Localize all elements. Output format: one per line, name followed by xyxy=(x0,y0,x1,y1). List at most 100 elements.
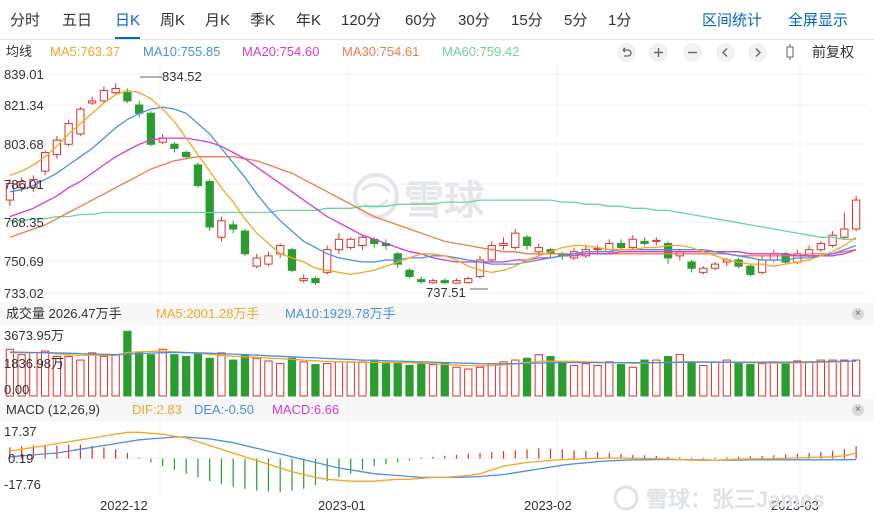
ma60-line xyxy=(9,199,857,240)
candle-body xyxy=(405,269,414,278)
tab-15min[interactable]: 15分 xyxy=(511,9,543,33)
zoom-in-icon[interactable] xyxy=(649,43,668,62)
volume-bar xyxy=(405,364,414,397)
candle-body xyxy=(640,240,649,244)
tab-1min[interactable]: 1分 xyxy=(608,9,631,33)
volume-ma5-line xyxy=(9,350,857,367)
macd-dif-value: DIF:2.83 xyxy=(132,402,182,417)
candle-body xyxy=(334,238,344,251)
candle xyxy=(534,243,543,256)
candle xyxy=(99,86,109,103)
volume-bar xyxy=(88,352,97,397)
candle xyxy=(675,249,684,260)
tab-weekly-k[interactable]: 周K xyxy=(160,9,185,33)
macd-dea-value: DEA:-0.50 xyxy=(194,402,254,417)
undo-icon[interactable] xyxy=(617,43,636,62)
macd-tick: -17.76 xyxy=(4,477,41,492)
volume-bar xyxy=(440,362,449,397)
volume-bar xyxy=(346,361,355,397)
volume-ma10-line xyxy=(9,351,857,365)
candle xyxy=(146,111,156,147)
volume-bar xyxy=(240,354,250,397)
candle-body xyxy=(5,183,15,201)
ma-legend-bar: 均线 MA5:763.37 MA10:755.85 MA20:754.60 MA… xyxy=(0,40,874,64)
chevron-left-icon[interactable] xyxy=(716,43,735,62)
candle-body xyxy=(428,280,438,284)
candle xyxy=(804,245,814,258)
candle xyxy=(311,276,320,285)
chevron-right-icon[interactable] xyxy=(748,43,767,62)
macd-legend-bar: MACD (12,26,9) DIF:2.83 DEA:-0.50 MACD:6… xyxy=(0,399,874,421)
candle-body xyxy=(158,137,167,143)
date-tick: 2022-12 xyxy=(100,498,148,513)
fullscreen-link[interactable]: 全屏显示 xyxy=(788,9,848,33)
tab-120min[interactable]: 120分 xyxy=(341,9,381,33)
candle-body xyxy=(417,279,426,283)
candle-body xyxy=(393,253,402,265)
candle-body xyxy=(52,139,62,156)
candle xyxy=(381,239,391,250)
candle-body xyxy=(146,112,156,145)
close-macd-icon[interactable]: × xyxy=(852,404,864,416)
volume-bar xyxy=(546,355,555,397)
tab-fenshi[interactable]: 分时 xyxy=(10,9,40,33)
candle-body xyxy=(616,242,626,249)
tab-five-day[interactable]: 五日 xyxy=(62,9,92,33)
candle-body xyxy=(240,230,250,255)
volume-bar xyxy=(616,364,626,397)
volume-bar xyxy=(123,330,132,397)
candle xyxy=(840,212,849,240)
volume-bar xyxy=(722,359,731,397)
price-tick: 839.01 xyxy=(4,67,44,82)
tab-quarterly-k[interactable]: 季K xyxy=(250,9,275,33)
tab-60min[interactable]: 60分 xyxy=(405,9,437,33)
candle xyxy=(428,278,438,284)
candle-body xyxy=(370,238,379,244)
volume-bar xyxy=(370,359,379,397)
candle-body xyxy=(381,242,391,247)
volume-bar xyxy=(229,359,238,397)
volume-bar xyxy=(769,361,778,397)
volume-bar xyxy=(452,366,461,397)
candle-body xyxy=(558,253,567,257)
volume-ma5-value: MA5:2001.28万手 xyxy=(156,306,260,321)
candle-body xyxy=(193,164,203,187)
candle-body xyxy=(64,123,73,145)
candle-body xyxy=(111,87,120,94)
candle xyxy=(546,247,555,258)
candle xyxy=(511,228,520,250)
candle xyxy=(581,245,590,258)
candle xyxy=(370,237,379,248)
candle xyxy=(135,100,144,118)
candle xyxy=(569,247,579,260)
zoom-out-icon[interactable] xyxy=(683,43,702,62)
ma20-line xyxy=(9,137,857,263)
price-tick: 768.35 xyxy=(4,215,44,230)
candle-body xyxy=(88,100,97,104)
tab-monthly-k[interactable]: 月K xyxy=(205,9,230,33)
tab-5min[interactable]: 5分 xyxy=(564,9,587,33)
ma-bar-title: 均线 xyxy=(6,44,33,59)
volume-bar xyxy=(663,355,673,397)
close-volume-icon[interactable]: × xyxy=(852,308,864,320)
volume-bar xyxy=(534,354,543,397)
candle xyxy=(452,278,461,284)
candle-body xyxy=(546,249,555,255)
tab-30min[interactable]: 30分 xyxy=(458,9,490,33)
candle-body xyxy=(17,180,26,189)
volume-bar xyxy=(851,359,861,397)
candlestick-series xyxy=(5,83,861,285)
ma10-line xyxy=(9,106,857,265)
adjust-mode-selector[interactable]: 前复权 xyxy=(812,40,854,64)
candle xyxy=(182,150,191,159)
tab-yearly-k[interactable]: 年K xyxy=(296,9,321,33)
volume-bar xyxy=(323,363,332,397)
tab-daily-k[interactable]: 日K xyxy=(115,9,141,39)
volume-bar xyxy=(135,352,144,397)
candle xyxy=(276,243,285,258)
kline-chart[interactable]: 雪球 839.01 821.34 803.68 786.01 768.35 75… xyxy=(0,0,874,526)
interval-stats-link[interactable]: 区间统计 xyxy=(702,9,762,33)
volume-bar xyxy=(182,355,191,397)
candle xyxy=(757,255,767,275)
drag-handle-icon[interactable] xyxy=(786,44,794,60)
